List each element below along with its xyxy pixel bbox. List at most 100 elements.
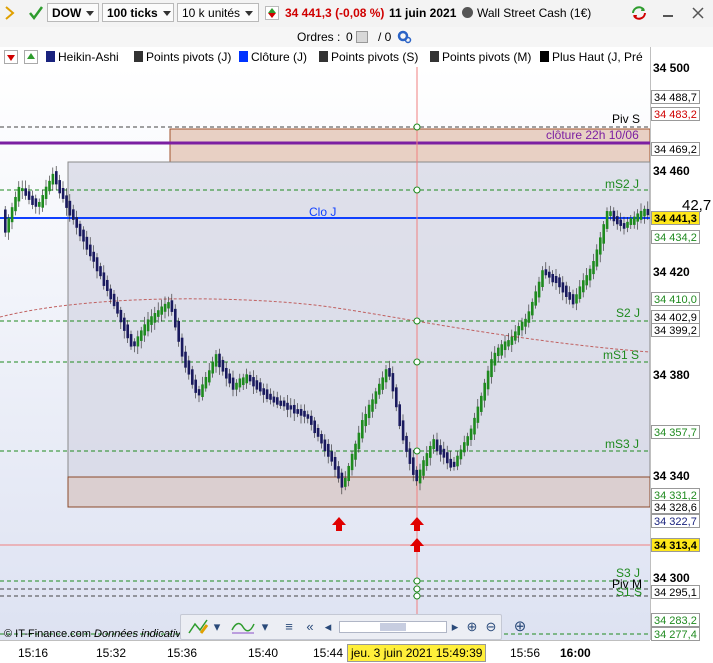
candle-body: [378, 383, 381, 395]
indicator-item[interactable]: Points pivots (J): [132, 47, 231, 67]
indicator-tool-icon[interactable]: [229, 618, 257, 636]
candle-body: [119, 309, 123, 323]
candle-body: [361, 420, 364, 439]
scroll-left-icon[interactable]: ◂: [321, 618, 335, 636]
candle-body: [350, 453, 354, 471]
candle-body: [126, 324, 129, 339]
draw-tool-icon[interactable]: [185, 618, 211, 636]
candle-body: [78, 223, 82, 237]
candle-body: [476, 406, 480, 423]
label-s2: S2 J: [616, 306, 641, 320]
indicator-label: Heikin-Ashi: [58, 50, 119, 64]
candle-body: [469, 428, 473, 440]
candle-body: [14, 196, 17, 212]
gear-icon[interactable]: [396, 29, 412, 45]
menu-icon[interactable]: ≡: [279, 618, 299, 636]
candle-body: [527, 311, 531, 323]
minimize-icon[interactable]: [660, 4, 676, 22]
candle-body: [466, 436, 469, 446]
units-select[interactable]: 10 k unités: [177, 3, 259, 22]
candle-body: [551, 273, 554, 283]
double-chevron-left-icon[interactable]: «: [303, 618, 317, 636]
price-level-box: 34 277,4: [651, 627, 700, 641]
candle-body: [313, 420, 316, 434]
refresh-icon[interactable]: [630, 4, 648, 22]
candle-body: [221, 359, 225, 372]
candle-body: [374, 391, 378, 404]
candle-body: [524, 318, 527, 327]
zoom-out-icon[interactable]: ⊖: [483, 618, 499, 636]
product-info-icon: [462, 7, 473, 18]
candle-body: [639, 210, 643, 220]
candle-body: [357, 432, 361, 450]
close-icon[interactable]: [690, 4, 706, 22]
price-chart[interactable]: Piv S clôture 22h 10/06 mS2 J Clo J S2 J…: [0, 67, 650, 640]
candle-body: [517, 326, 520, 336]
candle-body: [106, 279, 109, 291]
indicator-swatch: [134, 51, 143, 62]
price-level-box: 34 295,1: [651, 585, 700, 599]
indicator-item[interactable]: Plus Haut (J, Pré: [538, 47, 643, 67]
candle-body: [286, 402, 289, 410]
candle-body: [265, 389, 269, 400]
instrument-select[interactable]: DOW: [47, 3, 99, 22]
candle-body: [622, 223, 626, 229]
chevron-down-icon[interactable]: ▾: [211, 618, 223, 636]
time-tick-label: 15:56: [510, 646, 541, 660]
candle-body: [429, 445, 432, 458]
candle-body: [276, 397, 279, 405]
price-tick-label: 34 380: [653, 368, 690, 382]
candle-body: [208, 370, 211, 383]
chevron-down-icon[interactable]: ▾: [259, 618, 271, 636]
cursor-intersection-dot: [413, 447, 421, 455]
candle-body: [619, 219, 622, 226]
label-clo: Clo J: [309, 205, 337, 219]
candle-body: [252, 377, 255, 387]
candle-body: [599, 237, 602, 255]
indicator-item[interactable]: Clôture (J): [237, 47, 307, 67]
candle-body: [27, 191, 31, 200]
candle-body: [68, 200, 72, 216]
zoom-fit-icon[interactable]: ⊕: [463, 618, 481, 636]
candle-body: [140, 330, 143, 341]
candle-body: [371, 399, 374, 412]
candle-body: [231, 377, 235, 390]
candle-body: [17, 186, 21, 202]
chart-tools-bar: ▾ ▾ ≡ « ◂ ▸ ⊕ ⊖: [180, 614, 502, 640]
scroll-right-icon[interactable]: ▸: [449, 618, 461, 636]
expand-green-button[interactable]: [24, 50, 38, 64]
candle-body: [65, 195, 68, 208]
check-icon[interactable]: [28, 4, 44, 22]
collapse-red-button[interactable]: [4, 50, 18, 64]
candle-body: [282, 400, 286, 407]
price-tick-label: 34 340: [653, 469, 690, 483]
candle-body: [95, 257, 99, 272]
candle-body: [500, 344, 503, 356]
quote-date: 11 juin 2021: [389, 6, 457, 20]
candle-body: [497, 347, 500, 357]
buy-arrow-icon: [410, 538, 424, 552]
candle-body: [279, 400, 282, 406]
orders-grid-icon[interactable]: [356, 31, 368, 43]
zoom-in-icon[interactable]: ⊕: [510, 617, 530, 637]
candle-body: [238, 378, 242, 388]
indicator-item[interactable]: Points pivots (M): [428, 47, 531, 67]
candle-body: [116, 301, 119, 314]
candle-body: [520, 321, 524, 331]
candle-body: [235, 382, 238, 390]
price-tick-label: 34 420: [653, 265, 690, 279]
indicator-label: Points pivots (M): [442, 50, 532, 64]
indicator-label: Points pivots (S): [331, 50, 419, 64]
indicator-label: Clôture (J): [251, 50, 308, 64]
scroll-thumb[interactable]: [380, 623, 406, 631]
ticks-select[interactable]: 100 ticks: [102, 3, 174, 22]
candle-body: [480, 395, 483, 412]
cursor-intersection-dot: [413, 123, 421, 131]
indicator-item[interactable]: Points pivots (S): [317, 47, 418, 67]
chart-canvas[interactable]: [0, 67, 650, 640]
candle-body: [269, 393, 272, 400]
candle-body: [412, 457, 415, 475]
candle-body: [344, 477, 347, 487]
indicator-item[interactable]: Heikin-Ashi: [44, 47, 119, 67]
horizontal-scrollbar[interactable]: [339, 621, 447, 633]
